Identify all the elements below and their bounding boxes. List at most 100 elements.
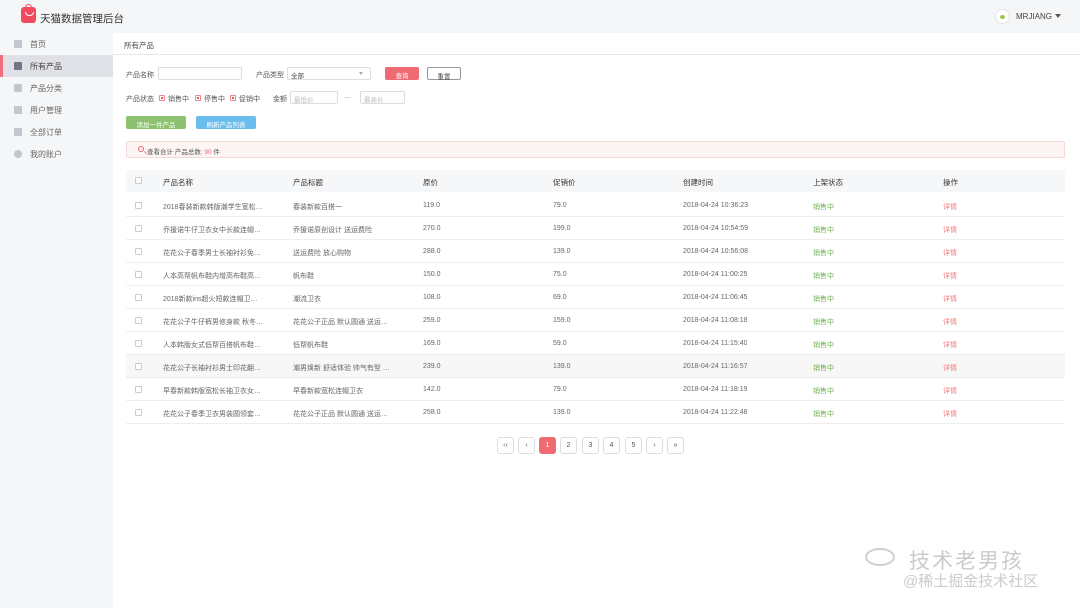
status-label: 产品状态: [126, 96, 154, 103]
last-page-button[interactable]: »: [667, 437, 684, 454]
details-link[interactable]: 详情: [943, 202, 957, 212]
table-row[interactable]: 花花公子春季卫衣男装圆领套… 花花公子正品 默认圆通 送运… 258.0 139.0 2…: [126, 401, 1065, 424]
table-cell: 2018-04-24 11:22:48: [683, 409, 748, 416]
table-cell: 早春新款韩版宽松长袖卫衣女…: [163, 388, 261, 395]
table-header: 产品名称 产品标题 原价 促销价 创建时间 上架状态 操作: [126, 170, 1065, 192]
table-cell: 潮流卫衣: [293, 296, 321, 303]
add-product-button[interactable]: 添加一件产品: [126, 116, 186, 129]
details-link[interactable]: 详情: [943, 409, 957, 419]
details-link[interactable]: 详情: [943, 340, 957, 350]
table-cell: 2018-04-24 11:00:25: [683, 271, 748, 278]
select-all-checkbox[interactable]: [135, 177, 142, 184]
details-link[interactable]: 详情: [943, 294, 957, 304]
first-page-button[interactable]: ‹‹: [497, 437, 514, 454]
page-button-5[interactable]: 5: [625, 437, 642, 454]
user-icon: [14, 106, 22, 114]
row-checkbox[interactable]: [135, 409, 142, 416]
refresh-list-button[interactable]: 刷新产品列表: [196, 116, 256, 129]
column-header[interactable]: 产品标题: [293, 177, 323, 188]
column-header[interactable]: 原价: [423, 177, 438, 188]
table-cell: 人本高帮帆布鞋内增高布鞋高…: [163, 273, 261, 280]
summary-text: 查看合计 产品总数: 90 件: [147, 146, 220, 156]
column-header[interactable]: 创建时间: [683, 177, 713, 188]
column-header[interactable]: 促销价: [553, 177, 576, 188]
sidebar-item-users[interactable]: 用户管理: [0, 99, 113, 121]
breadcrumb: 所有产品: [124, 41, 154, 50]
status-off-sale-checkbox[interactable]: [195, 95, 201, 101]
row-checkbox[interactable]: [135, 340, 142, 347]
sidebar-item-categories[interactable]: 产品分类: [0, 77, 113, 99]
table-cell: 142.0: [423, 386, 441, 393]
table-cell: 69.0: [553, 294, 567, 301]
table-cell: 2018-04-24 11:08:18: [683, 317, 748, 324]
table-row[interactable]: 人本韩版女式低帮百搭帆布鞋… 低帮帆布鞋 169.0 59.0 2018-04-24 1…: [126, 332, 1065, 355]
next-page-button[interactable]: ›: [646, 437, 663, 454]
max-price-input[interactable]: 最高价: [360, 91, 405, 104]
table-row[interactable]: 早春新款韩版宽松长袖卫衣女… 早春新款宽松连帽卫衣 142.0 79.0 2018-04…: [126, 378, 1065, 401]
column-header[interactable]: 上架状态: [813, 177, 843, 188]
product-name-input[interactable]: [158, 67, 242, 80]
table-row[interactable]: 乔援诺牛仔卫衣女中长款连帽… 乔援诺原创设计 送运费险 270.0 199.0 2018…: [126, 217, 1065, 240]
row-checkbox[interactable]: [135, 225, 142, 232]
row-checkbox[interactable]: [135, 317, 142, 324]
breadcrumb-bar: 所有产品: [113, 33, 1080, 55]
table-row[interactable]: 2018新款ins超火短款连帽卫… 潮流卫衣 108.0 69.0 2018-04-24…: [126, 286, 1065, 309]
table-cell: 139.0: [553, 363, 571, 370]
page-button-4[interactable]: 4: [603, 437, 620, 454]
sidebar-item-all-products[interactable]: 所有产品: [0, 55, 113, 77]
status-cell: 销售中: [813, 365, 834, 372]
user-menu[interactable]: MRJIANG: [1016, 12, 1052, 21]
table-cell: 2018-04-24 11:15:40: [683, 340, 748, 347]
range-separator: —: [344, 94, 351, 101]
row-checkbox[interactable]: [135, 271, 142, 278]
prev-page-button[interactable]: ‹: [518, 437, 535, 454]
reset-button[interactable]: 重置: [427, 67, 461, 81]
row-checkbox[interactable]: [135, 386, 142, 393]
status-cell: 销售中: [813, 388, 834, 395]
row-checkbox[interactable]: [135, 248, 142, 255]
row-checkbox[interactable]: [135, 363, 142, 370]
table-cell: 108.0: [423, 294, 441, 301]
column-header[interactable]: 产品名称: [163, 177, 193, 188]
amount-label: 金额: [273, 96, 287, 103]
details-link[interactable]: 详情: [943, 225, 957, 235]
table-cell: 花花公子牛仔裤男修身款 秋冬…: [163, 319, 263, 326]
table-cell: 低帮帆布鞋: [293, 342, 328, 349]
min-price-input[interactable]: 最低价: [290, 91, 338, 104]
table-cell: 潮男焕新 舒适体验 帅气有型 …: [293, 365, 390, 372]
details-link[interactable]: 详情: [943, 271, 957, 281]
row-checkbox[interactable]: [135, 202, 142, 209]
avatar[interactable]: [995, 9, 1010, 24]
details-link[interactable]: 详情: [943, 363, 957, 373]
row-checkbox[interactable]: [135, 294, 142, 301]
sidebar: 首页 所有产品 产品分类 用户管理 全部订单 我的账户: [0, 33, 113, 608]
sidebar-item-account[interactable]: 我的账户: [0, 143, 113, 165]
sidebar-item-home[interactable]: 首页: [0, 33, 113, 55]
details-link[interactable]: 详情: [943, 386, 957, 396]
table-cell: 119.0: [423, 202, 440, 209]
table-cell: 258.0: [423, 409, 441, 416]
column-header[interactable]: 操作: [943, 177, 958, 188]
details-link[interactable]: 详情: [943, 248, 957, 258]
status-promo-checkbox[interactable]: [230, 95, 236, 101]
search-button[interactable]: 查询: [385, 67, 419, 80]
table-row[interactable]: 人本高帮帆布鞋内增高布鞋高… 帆布鞋 150.0 75.0 2018-04-24 11:…: [126, 263, 1065, 286]
page-button-2[interactable]: 2: [560, 437, 577, 454]
caret-down-icon[interactable]: [1055, 14, 1061, 18]
table-row[interactable]: 花花公子春季男士长袖衬衫免… 送运费险 放心购物 288.0 139.0 2018-04…: [126, 240, 1065, 263]
status-on-sale-checkbox[interactable]: [159, 95, 165, 101]
table-cell: 59.0: [553, 340, 567, 347]
table-cell: 75.0: [553, 271, 567, 278]
table-row[interactable]: 花花公子长袖衬衫男士印花翻… 潮男焕新 舒适体验 帅气有型 … 239.0 139.0…: [126, 355, 1065, 378]
sidebar-item-orders[interactable]: 全部订单: [0, 121, 113, 143]
table-cell: 早春新款宽松连帽卫衣: [293, 388, 363, 395]
table-row[interactable]: 2018春装新款韩版潮学生宽松… 春装新款百搭一 119.0 79.0 2018-04-…: [126, 194, 1065, 217]
table-row[interactable]: 花花公子牛仔裤男修身款 秋冬… 花花公子正品 默认圆通 送运… 259.0 159.0…: [126, 309, 1065, 332]
page-button-1[interactable]: 1: [539, 437, 556, 454]
page-button-3[interactable]: 3: [582, 437, 599, 454]
table-cell: 花花公子长袖衬衫男士印花翻…: [163, 365, 261, 372]
shopping-bag-icon: [21, 4, 36, 23]
table-cell: 2018春装新款韩版潮学生宽松…: [163, 204, 263, 211]
summary-prefix: 查看合计: [147, 149, 173, 156]
details-link[interactable]: 详情: [943, 317, 957, 327]
